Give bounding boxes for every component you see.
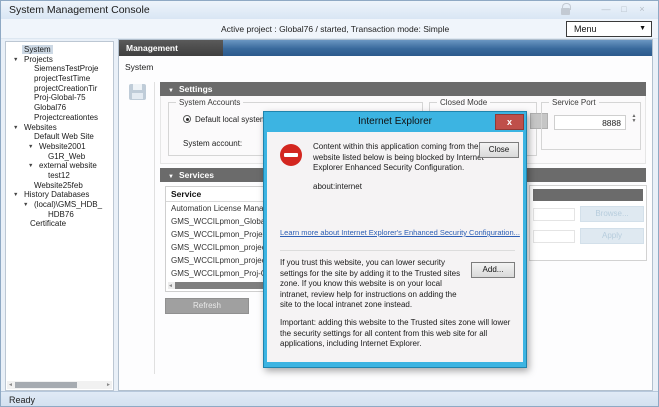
tree-item[interactable]: Global76 xyxy=(6,103,111,113)
tree-item-label: projectTestTime xyxy=(32,74,92,83)
services-header-label: Services xyxy=(179,170,214,180)
tree-item[interactable]: ▼History Databases xyxy=(6,190,111,200)
scroll-left-icon[interactable]: ◄ xyxy=(168,283,173,289)
tree-item-label: test12 xyxy=(46,171,72,180)
learn-more-link[interactable]: Learn more about Internet Explorer's Enh… xyxy=(280,228,520,237)
page-title: System xyxy=(125,62,153,72)
system-account-label: System account: xyxy=(183,139,242,148)
services-right-pane: Browse... Apply xyxy=(529,185,647,261)
dialog-title: Internet Explorer xyxy=(264,112,526,131)
tree-item-label: external website xyxy=(37,161,99,170)
add-button[interactable]: Add... xyxy=(471,262,515,278)
radio-selected-icon[interactable] xyxy=(183,115,191,123)
navigation-sidebar: System▼ProjectsSiemensTestProjeprojectTe… xyxy=(5,41,114,391)
settings-section-header[interactable]: ▼ Settings xyxy=(160,82,646,96)
scrollbar-thumb[interactable] xyxy=(15,382,77,388)
tree-item[interactable]: Website25feb xyxy=(6,181,111,191)
scroll-left-icon[interactable]: ◄ xyxy=(8,382,13,388)
tree-item[interactable]: test12 xyxy=(6,171,111,181)
tree-item-label: HDB76 xyxy=(46,210,76,219)
maximize-icon[interactable]: □ xyxy=(617,3,631,16)
tree-item-label: G1R_Web xyxy=(46,152,87,161)
tree-item[interactable]: System xyxy=(6,45,111,55)
tree-item[interactable]: projectCreationTir xyxy=(6,84,111,94)
vertical-divider xyxy=(154,82,155,374)
tab-management[interactable]: Management xyxy=(119,40,223,56)
tree-item-label: projectCreationTir xyxy=(32,84,99,93)
default-account-radio[interactable]: Default local system a xyxy=(183,115,273,124)
tree-item-label: SiemensTestProje xyxy=(32,64,100,73)
apply-button[interactable]: Apply xyxy=(580,228,644,244)
settings-header-label: Settings xyxy=(179,84,213,94)
tree-item-label: Projectcreationtes xyxy=(32,113,100,122)
tree-item-label: Projects xyxy=(22,55,55,64)
refresh-button[interactable]: Refresh xyxy=(165,298,249,314)
tree-item[interactable]: ▼Website2001 xyxy=(6,142,111,152)
dialog-close-icon[interactable]: x xyxy=(495,114,524,130)
menu-dropdown-label: Menu xyxy=(574,24,597,34)
important-paragraph: Important: adding this website to the Tr… xyxy=(280,318,518,350)
dialog-body: Content within this application coming f… xyxy=(267,132,523,362)
service-port-legend: Service Port xyxy=(549,98,599,107)
close-icon[interactable]: × xyxy=(635,3,649,16)
lock-icon xyxy=(561,8,570,15)
tree-item[interactable]: ▼Websites xyxy=(6,123,111,133)
tree-item[interactable]: ▼(local)\GMS_HDB_ xyxy=(6,200,111,210)
tree-item[interactable]: Proj-Global-75 xyxy=(6,93,111,103)
system-accounts-legend: System Accounts xyxy=(176,98,243,107)
active-project-status: Active project : Global76 / started, Tra… xyxy=(221,24,449,34)
tree-item[interactable]: ▼Projects xyxy=(6,55,111,65)
tree-item[interactable]: Certificate xyxy=(6,219,111,229)
tree-item[interactable]: SiemensTestProje xyxy=(6,64,111,74)
save-icon[interactable] xyxy=(129,84,146,100)
chevron-down-icon: ▼ xyxy=(639,25,646,32)
sidebar-tree: System▼ProjectsSiemensTestProjeprojectTe… xyxy=(6,45,111,378)
tree-item[interactable]: HDB76 xyxy=(6,210,111,220)
tree-item-label: History Databases xyxy=(22,190,91,199)
window-title: System Management Console xyxy=(9,4,150,16)
scroll-right-icon[interactable]: ► xyxy=(106,382,111,388)
right-pane-field-1[interactable] xyxy=(533,208,575,221)
dialog-separator xyxy=(280,250,515,251)
spinner-arrows-icon[interactable]: ▲▼ xyxy=(630,114,638,123)
status-text: Ready xyxy=(9,395,35,405)
collapse-arrow-icon: ▼ xyxy=(168,174,174,180)
tree-item-label: Website25feb xyxy=(32,181,85,190)
default-account-radio-label: Default local system a xyxy=(195,115,273,124)
close-button[interactable]: Close xyxy=(479,142,519,158)
tree-item-label: Website2001 xyxy=(37,142,88,151)
tab-strip: Management xyxy=(119,40,652,56)
header-strip: Active project : Global76 / started, Tra… xyxy=(1,19,658,39)
tree-item[interactable]: Default Web Site xyxy=(6,132,111,142)
tree-item[interactable]: Projectcreationtes xyxy=(6,113,111,123)
sidebar-horizontal-scrollbar[interactable]: ◄ ► xyxy=(7,381,112,389)
title-bar: System Management Console — □ × xyxy=(1,1,658,19)
tree-item-label: Websites xyxy=(22,123,59,132)
tree-item-label: Default Web Site xyxy=(32,132,96,141)
tree-item[interactable]: ▼external website xyxy=(6,161,111,171)
trust-paragraph: If you trust this website, you can lower… xyxy=(280,258,464,311)
tree-item[interactable]: projectTestTime xyxy=(6,74,111,84)
tree-item-label: Proj-Global-75 xyxy=(32,93,88,102)
system-management-console-window: System Management Console — □ × Active p… xyxy=(0,0,659,407)
right-pane-header-bar xyxy=(533,189,643,201)
browse-button[interactable]: Browse... xyxy=(580,206,644,222)
tree-item-label: Global76 xyxy=(32,103,68,112)
menu-dropdown[interactable]: Menu ▼ xyxy=(566,21,652,37)
tree-item-label: System xyxy=(22,45,53,54)
service-port-group: Service Port 8888 ▲▼ xyxy=(541,102,641,150)
service-port-input[interactable]: 8888 xyxy=(554,115,626,130)
tree-item[interactable]: G1R_Web xyxy=(6,152,111,162)
minimize-icon[interactable]: — xyxy=(599,3,613,16)
blocked-site-text: about:internet xyxy=(313,182,362,191)
dialog-message: Content within this application coming f… xyxy=(313,142,485,174)
tree-item-label: (local)\GMS_HDB_ xyxy=(32,200,104,209)
collapse-arrow-icon: ▼ xyxy=(168,88,174,94)
blocked-icon xyxy=(280,144,302,166)
closed-mode-legend: Closed Mode xyxy=(437,98,490,107)
right-pane-field-2[interactable] xyxy=(533,230,575,243)
tree-item-label: Certificate xyxy=(28,219,68,228)
internet-explorer-dialog: Internet Explorer x Content within this … xyxy=(263,111,527,368)
status-bar: Ready xyxy=(1,391,658,407)
